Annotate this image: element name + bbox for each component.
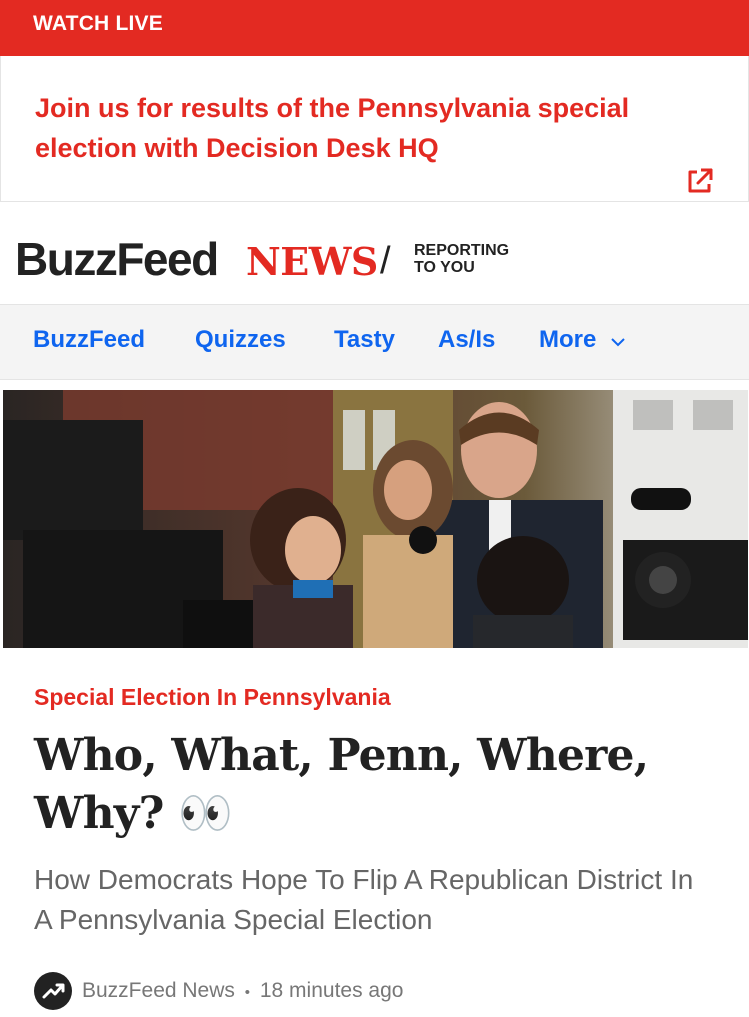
article-dek[interactable]: How Democrats Hope To Flip A Republican … (34, 860, 714, 940)
external-link-icon[interactable] (684, 165, 716, 197)
tagline: REPORTING TO YOU (414, 242, 534, 276)
press-scrum-photo (3, 390, 748, 648)
watch-live-banner[interactable]: WATCH LIVE (0, 0, 749, 56)
nav-item-buzzfeed[interactable]: BuzzFeed (33, 326, 145, 354)
buzzfeed-logo[interactable]: BuzzFeed (15, 232, 219, 286)
watch-live-label[interactable]: WATCH LIVE (33, 12, 163, 36)
hero-image[interactable] (3, 390, 748, 648)
chevron-down-icon[interactable] (610, 336, 626, 348)
tagline-line-1: REPORTING (414, 242, 510, 259)
section-nav: BuzzFeed Quizzes Tasty As/Is More (0, 305, 749, 380)
nav-item-quizzes[interactable]: Quizzes (195, 326, 286, 354)
promo-text[interactable]: Join us for results of the Pennsylvania … (35, 88, 695, 168)
logo-divider: / (380, 240, 391, 282)
byline-separator: • (244, 984, 251, 1001)
byline-meta: BuzzFeed News • 18 minutes ago (82, 979, 403, 1003)
author-avatar[interactable] (34, 972, 72, 1010)
article-headline[interactable]: Who, What, Penn, Where, Why? 👀 (34, 727, 724, 843)
eyes-emoji: 👀 (178, 788, 233, 839)
tagline-line-2: TO YOU (414, 259, 475, 276)
news-logo[interactable]: NEWS (246, 239, 378, 284)
publish-time: 18 minutes ago (259, 979, 404, 1002)
headline-text[interactable]: Who, What, Penn, Where, Why? (34, 730, 649, 839)
trending-arrow-icon (42, 983, 65, 999)
nav-item-tasty[interactable]: Tasty (334, 326, 395, 354)
author-name[interactable]: BuzzFeed News (82, 979, 235, 1002)
live-results-promo[interactable]: Join us for results of the Pennsylvania … (0, 56, 749, 202)
nav-item-more[interactable]: More (539, 326, 596, 354)
site-header: BuzzFeed NEWS / REPORTING TO YOU (0, 202, 749, 305)
article-byline: BuzzFeed News • 18 minutes ago (34, 972, 714, 1012)
article-kicker[interactable]: Special Election In Pennsylvania (34, 684, 391, 711)
nav-item-as-is[interactable]: As/Is (438, 326, 495, 354)
